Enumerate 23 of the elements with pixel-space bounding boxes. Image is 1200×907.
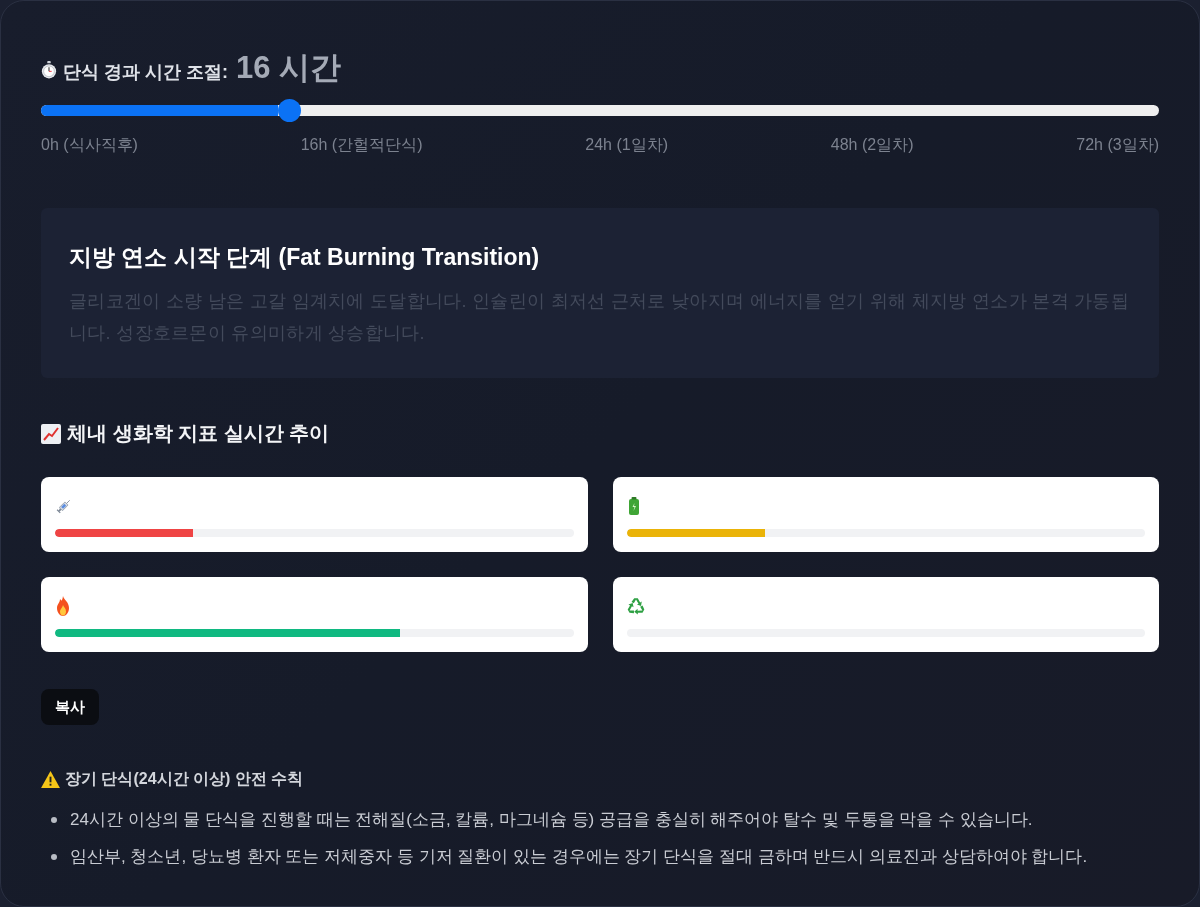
tick-label: 16h (간헐적단식) [300,135,423,155]
tick-label: 0h (식사직후) [41,135,138,155]
stopwatch-icon [41,61,57,79]
tick-label: 24h (1일차) [585,135,668,155]
phase-title: 지방 연소 시작 단계 (Fat Burning Transition) [69,243,541,272]
recycle-icon [626,597,645,615]
copy-button[interactable]: 복사 [41,689,99,725]
slider-thumb[interactable] [278,99,302,122]
slider-value: 16 시간 [236,49,342,87]
warning-icon [41,771,60,788]
safety-item: 임산부, 청소년, 당뇨병 환자 또는 저체중자 등 기저 질환이 있는 경우에는 장기 단식을 절대 금하며 반드시 의료진과 상담하여야 합니다. [70,846,1088,868]
bullet-icon [51,816,57,823]
chart-icon [41,423,61,444]
safety-title: 장기 단식(24시간 이상) 안전 수칙 [65,769,304,789]
tick-label: 48h (2일차) [830,135,914,155]
safety-item: 24시간 이상의 물 단식을 진행할 때는 전해질(소금, 칼륨, 마그네슘 등) 공급을 충실히 해주어야 탈수 및 두통을 막을 수 있습니다. [70,809,1033,831]
tick-label: 72h (3일차) [1076,135,1159,155]
battery-icon [627,497,640,515]
bullet-icon [51,853,57,860]
section-title: 체내 생화학 지표 실시간 추이 [67,421,330,446]
slider-label: 단식 경과 시간 조절: [63,61,228,84]
fire-icon [55,596,71,616]
syringe-icon [55,497,73,515]
